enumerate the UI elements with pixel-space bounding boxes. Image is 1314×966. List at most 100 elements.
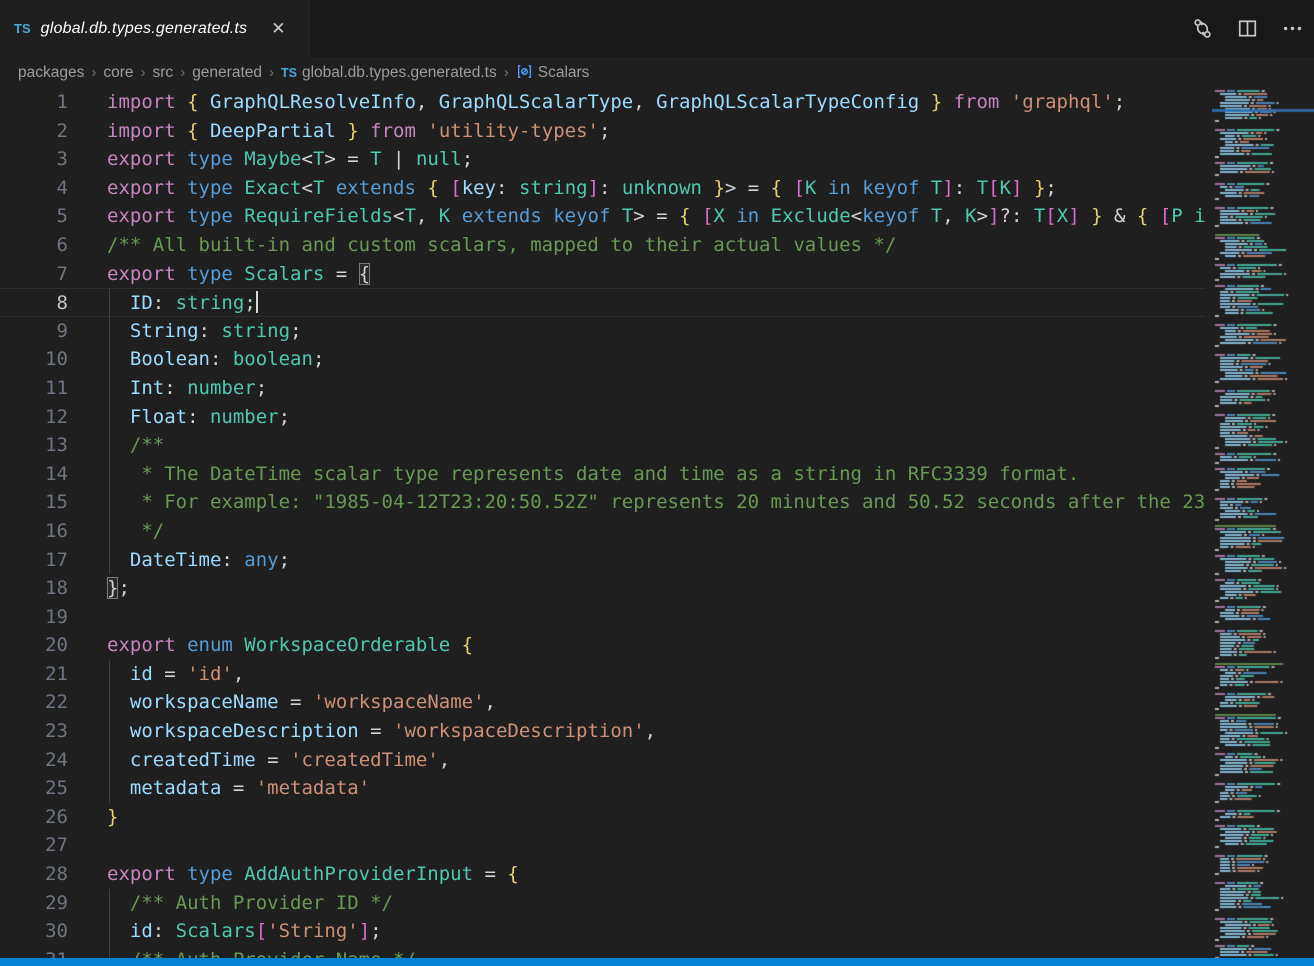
line-number[interactable]: 29 [0,889,68,918]
minimap[interactable] [1212,88,1314,958]
line-number[interactable]: 23 [0,717,68,746]
code-line[interactable]: 25 metadata = 'metadata' [0,774,1205,803]
code-token: type [176,205,233,227]
code-line[interactable]: 5export type RequireFields<T, K extends … [0,202,1205,231]
code-line[interactable]: 20export enum WorkspaceOrderable { [0,631,1205,660]
code-line[interactable]: 22 workspaceName = 'workspaceName', [0,688,1205,717]
code-line[interactable]: 15 * For example: "1985-04-12T23:20:50.5… [0,488,1205,517]
code-token [176,91,187,113]
line-number[interactable]: 21 [0,660,68,689]
code-token: GraphQLScalarType [427,91,633,113]
code-line[interactable]: 10 Boolean: boolean; [0,345,1205,374]
code-line[interactable]: 23 workspaceDescription = 'workspaceDesc… [0,717,1205,746]
code-line[interactable]: 13 /** [0,431,1205,460]
line-number[interactable]: 17 [0,546,68,575]
line-number[interactable]: 2 [0,117,68,146]
code-line[interactable]: 19 [0,603,1205,632]
line-number[interactable]: 16 [0,517,68,546]
line-number[interactable]: 1 [0,88,68,117]
code-line[interactable]: 2import { DeepPartial } from 'utility-ty… [0,117,1205,146]
line-number[interactable]: 3 [0,145,68,174]
line-number[interactable]: 11 [0,374,68,403]
line-number[interactable]: 27 [0,831,68,860]
breadcrumb-item-packages[interactable]: packages [18,64,84,82]
line-number[interactable]: 22 [0,688,68,717]
code-line[interactable]: 18}; [0,574,1205,603]
code-content: DateTime: any; [107,546,1205,575]
code-token: P i [1171,205,1205,227]
code-token: } [1091,205,1102,227]
breadcrumb-item-core[interactable]: core [103,64,133,82]
close-tab-icon[interactable]: ✕ [267,17,289,41]
code-token: : [599,177,622,199]
breadcrumb-item-scalars[interactable]: Scalars [516,63,590,82]
line-number[interactable]: 15 [0,488,68,517]
code-content: * The DateTime scalar type represents da… [107,460,1205,489]
line-number[interactable]: 14 [0,460,68,489]
line-number[interactable]: 7 [0,260,68,289]
tab-global-db-types[interactable]: TS global.db.types.generated.ts ✕ [0,0,310,57]
breadcrumb-item-generated[interactable]: generated [192,64,262,82]
line-number[interactable]: 12 [0,403,68,432]
tab-title: global.db.types.generated.ts [41,20,248,38]
code-token [107,663,130,685]
code-line[interactable]: 30 id: Scalars['String']; [0,917,1205,946]
line-number[interactable]: 6 [0,231,68,260]
code-line[interactable]: 26} [0,803,1205,832]
code-line[interactable]: 8 ID: string; [0,288,1205,317]
code-line[interactable]: 16 */ [0,517,1205,546]
code-line[interactable]: 28export type AddAuthProviderInput = { [0,860,1205,889]
breadcrumb-separator-icon: › [180,64,185,81]
code-token: T [919,177,942,199]
code-line[interactable]: 11 Int: number; [0,374,1205,403]
code-line[interactable]: 1import { GraphQLResolveInfo, GraphQLSca… [0,88,1205,117]
code-line[interactable]: 9 String: string; [0,317,1205,346]
line-number[interactable]: 30 [0,917,68,946]
code-line[interactable]: 24 createdTime = 'createdTime', [0,746,1205,775]
line-number[interactable]: 20 [0,631,68,660]
code-token: , [416,205,439,227]
line-number[interactable]: 19 [0,603,68,632]
line-number[interactable]: 10 [0,345,68,374]
code-line[interactable]: 3export type Maybe<T> = T | null; [0,145,1205,174]
code-token: 'createdTime' [290,749,439,771]
line-number[interactable]: 8 [0,289,68,316]
split-editor-icon[interactable] [1236,17,1259,40]
code-line[interactable]: 14 * The DateTime scalar type represents… [0,460,1205,489]
code-editor[interactable]: 1import { GraphQLResolveInfo, GraphQLSca… [0,88,1205,958]
code-line[interactable]: 7export type Scalars = { [0,260,1205,289]
code-line[interactable]: 27 [0,831,1205,860]
more-actions-icon[interactable] [1281,17,1304,40]
line-number[interactable]: 13 [0,431,68,460]
line-number[interactable]: 24 [0,746,68,775]
code-token: , [942,205,965,227]
line-number[interactable]: 25 [0,774,68,803]
code-line[interactable]: 17 DateTime: any; [0,546,1205,575]
code-token: , [233,663,244,685]
code-line[interactable]: 4export type Exact<T extends { [key: str… [0,174,1205,203]
code-token: } [713,177,724,199]
code-token: { [427,177,438,199]
line-number[interactable]: 18 [0,574,68,603]
breadcrumb-item-src[interactable]: src [153,64,174,82]
code-line[interactable]: 12 Float: number; [0,403,1205,432]
line-number[interactable]: 5 [0,202,68,231]
code-token: boolean [233,348,313,370]
line-number[interactable]: 31 [0,946,68,958]
code-line[interactable]: 31 /** Auth Provider Name */ [0,946,1205,958]
code-line[interactable]: 21 id = 'id', [0,660,1205,689]
typescript-file-icon: TS [14,21,31,36]
line-number[interactable]: 28 [0,860,68,889]
line-number[interactable]: 9 [0,317,68,346]
minimap-container [1212,88,1314,958]
code-line[interactable]: 29 /** Auth Provider ID */ [0,889,1205,918]
code-token: { [771,177,782,199]
open-changes-icon[interactable] [1191,17,1214,40]
code-line[interactable]: 6/** All built-in and custom scalars, ma… [0,231,1205,260]
breadcrumb-item-global-db-types-generated-ts[interactable]: TSglobal.db.types.generated.ts [281,64,497,82]
code-content: ID: string; [107,289,1205,316]
line-number[interactable]: 4 [0,174,68,203]
code-token [1148,205,1159,227]
code-token: : [199,320,222,342]
line-number[interactable]: 26 [0,803,68,832]
